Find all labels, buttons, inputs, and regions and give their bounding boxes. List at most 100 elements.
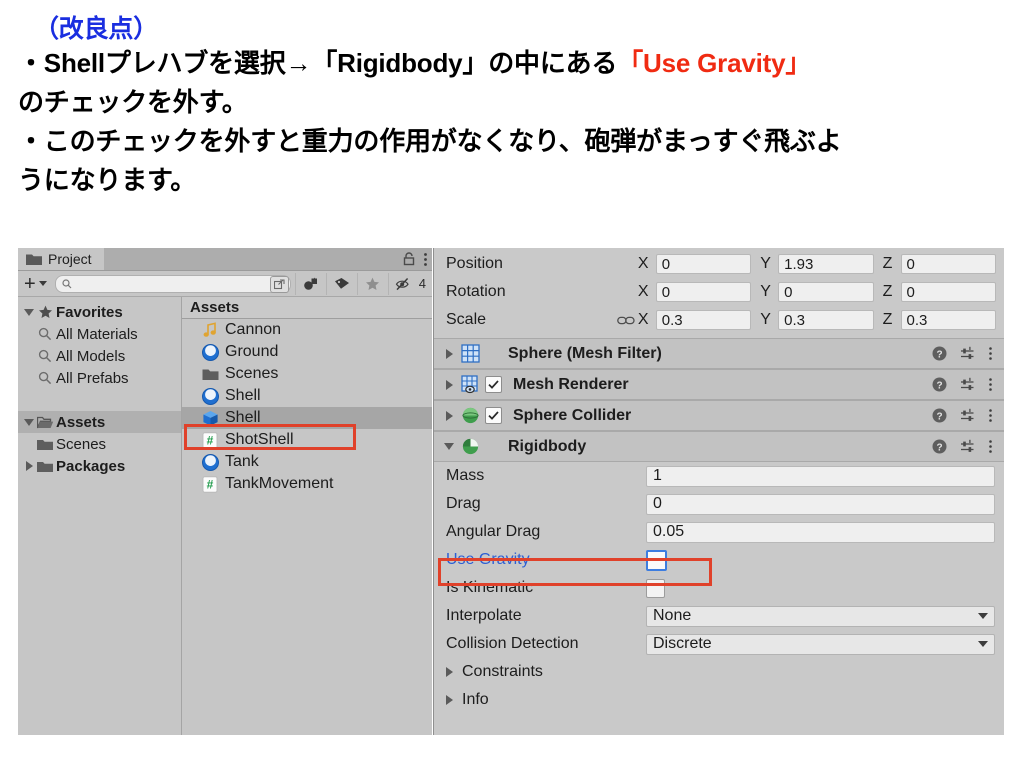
preset-icon[interactable] [960,346,975,361]
transform-position-label: Position [446,255,503,272]
unity-editor-screenshot: Project + 4 Favorites All Materials All … [18,248,1004,735]
chevron-down-icon[interactable] [440,443,458,450]
asset-item-shell-prefab[interactable]: Shell [182,407,432,429]
asset-item-shell-material[interactable]: Shell [182,385,432,407]
help-icon[interactable]: ? [932,346,947,361]
chevron-right-icon[interactable] [446,695,462,705]
foldout-info[interactable]: Info [434,686,1004,714]
hidden-packages-button[interactable] [387,272,419,295]
help-icon[interactable]: ? [932,408,947,423]
component-header-mesh-renderer[interactable]: Mesh Renderer ? [434,369,1004,400]
star-icon [365,277,380,291]
position-z-input[interactable]: 0 [900,254,997,274]
property-row-is-kinematic: Is Kinematic [434,574,1004,602]
interpolate-dropdown[interactable]: None [646,605,995,627]
kebab-menu-icon[interactable] [988,346,993,361]
chevron-down-icon [978,641,988,647]
favorites-filter-button[interactable] [356,272,388,295]
component-enable-checkbox-sphere-collider[interactable] [485,407,502,424]
create-asset-button[interactable]: + [20,274,51,294]
transform-component: Position X 0 Y 1.93 Z 0 Rotation X 0 Y 0… [434,248,1004,338]
lock-icon[interactable] [403,252,415,266]
asset-item-label: Shell [225,387,261,404]
preset-icon[interactable] [960,408,975,423]
scale-y-input[interactable]: 0.3 [778,310,874,330]
property-label-collision-detection: Collision Detection [446,635,579,652]
kebab-menu-icon[interactable] [423,252,428,267]
scale-z-input[interactable]: 0.3 [900,310,997,330]
axis-x-label: X [637,311,649,328]
tree-item-all-prefabs[interactable]: All Prefabs [18,367,181,389]
help-icon[interactable]: ? [932,377,947,392]
preset-icon[interactable] [960,439,975,454]
tree-item-scenes[interactable]: Scenes [18,433,181,455]
open-folder-icon [36,416,54,429]
chevron-down-icon[interactable] [22,418,36,426]
folder-icon [26,253,42,266]
use-gravity-checkbox[interactable] [646,549,667,571]
asset-item-tankmovement-script[interactable]: # TankMovement [182,473,432,495]
chevron-right-icon[interactable] [440,379,458,390]
chevron-right-icon[interactable] [446,667,462,677]
chevron-right-icon[interactable] [440,410,458,421]
eye-slash-icon [395,277,413,291]
asset-item-scenes-folder[interactable]: Scenes [182,363,432,385]
tree-item-label: Scenes [56,435,107,453]
asset-item-label: Tank [225,453,259,470]
rotation-z-input[interactable]: 0 [900,282,997,302]
transform-rotation-label: Rotation [446,283,506,300]
chevron-right-icon[interactable] [22,461,36,471]
mass-input[interactable]: 1 [646,465,995,487]
magnifier-icon [36,349,54,363]
collision-detection-dropdown[interactable]: Discrete [646,633,995,655]
component-header-rigidbody[interactable]: Rigidbody ? [434,431,1004,462]
audio-clip-icon [200,321,220,339]
kebab-menu-icon[interactable] [988,377,993,392]
rotation-y-input[interactable]: 0 [778,282,874,302]
rotation-x-input[interactable]: 0 [655,282,752,302]
material-icon [200,453,220,471]
search-input[interactable] [54,274,291,293]
svg-text:#: # [207,477,214,491]
constrain-proportions-icon[interactable] [614,315,638,326]
position-x-input[interactable]: 0 [655,254,752,274]
asset-item-ground[interactable]: Ground [182,341,432,363]
preset-icon[interactable] [960,377,975,392]
asset-item-tank-material[interactable]: Tank [182,451,432,473]
property-row-collision-detection: Collision Detection Discrete [434,630,1004,658]
label-filter-button[interactable] [325,272,357,295]
component-actions: ? [932,377,996,392]
tree-item-label: All Materials [56,325,138,343]
chevron-down-icon [978,613,988,619]
kebab-menu-icon[interactable] [988,439,993,454]
tree-item-favorites[interactable]: Favorites [18,301,181,323]
tree-item-all-models[interactable]: All Models [18,345,181,367]
component-enable-checkbox-mesh-renderer[interactable] [485,376,502,393]
chevron-right-icon[interactable] [440,348,458,359]
help-icon[interactable]: ? [932,439,947,454]
component-header-mesh-filter[interactable]: Sphere (Mesh Filter) ? [434,338,1004,369]
type-filter-button[interactable] [294,272,326,295]
property-row-mass: Mass 1 [434,462,1004,490]
kebab-menu-icon[interactable] [988,408,993,423]
save-search-icon[interactable] [269,275,289,293]
tree-item-packages[interactable]: Packages [18,455,181,477]
project-panel: Project + 4 Favorites All Materials All … [18,248,432,735]
instruction-text-block: （改良点） ・Shellプレハブを選択→「Rigidbody」の中にある「Use… [0,0,1024,200]
chevron-down-icon[interactable] [22,308,36,316]
foldout-constraints[interactable]: Constraints [434,658,1004,686]
csharp-script-icon: # [200,431,220,449]
is-kinematic-checkbox[interactable] [646,578,665,598]
component-actions: ? [932,408,996,423]
tree-item-all-materials[interactable]: All Materials [18,323,181,345]
property-label-is-kinematic: Is Kinematic [446,579,534,596]
component-header-sphere-collider[interactable]: Sphere Collider ? [434,400,1004,431]
tree-item-assets[interactable]: Assets [18,411,181,433]
position-y-input[interactable]: 1.93 [778,254,874,274]
scale-x-input[interactable]: 0.3 [655,310,752,330]
asset-item-shotshell-script[interactable]: # ShotShell [182,429,432,451]
asset-item-cannon[interactable]: Cannon [182,319,432,341]
tab-project[interactable]: Project [18,248,104,270]
drag-input[interactable]: 0 [646,493,995,515]
angular-drag-input[interactable]: 0.05 [646,521,995,543]
